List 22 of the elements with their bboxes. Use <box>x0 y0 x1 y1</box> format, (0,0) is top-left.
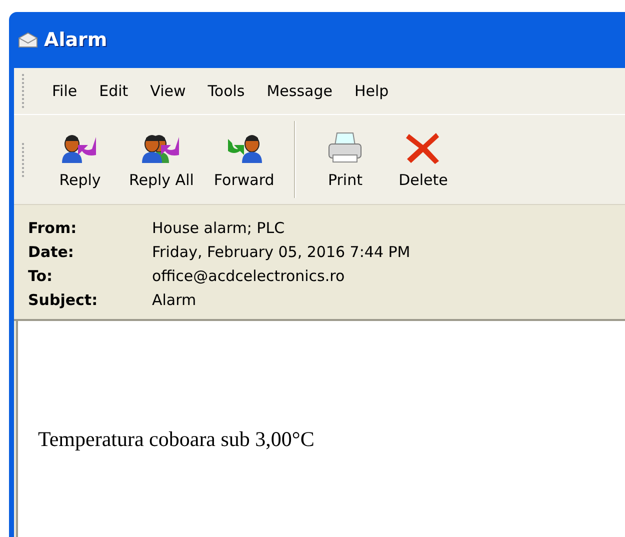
message-text: Temperatura coboara sub 3,00°C <box>38 427 316 452</box>
header-label: To: <box>28 267 54 285</box>
header-value: House alarm; PLC <box>152 219 286 237</box>
header-value: Friday, February 05, 2016 7:44 PM <box>152 243 412 261</box>
window-title: Alarm <box>44 29 108 51</box>
menu-item[interactable]: View <box>139 82 197 100</box>
header-value: office@acdcelectronics.ro <box>152 267 346 285</box>
toolbar-button[interactable]: Print <box>306 128 384 190</box>
toolbar-button[interactable]: Forward <box>204 128 284 190</box>
toolbar-button[interactable]: Reply <box>41 128 119 190</box>
header-label: Subject: <box>28 291 99 309</box>
envelope-icon <box>18 32 38 48</box>
toolbar-button[interactable]: Reply All <box>119 128 204 190</box>
menu-item[interactable]: Help <box>343 82 400 100</box>
menu-item[interactable]: Edit <box>88 82 140 100</box>
menu-item[interactable]: Tools <box>196 82 256 100</box>
header-value: Alarm <box>152 291 198 309</box>
menu-item[interactable]: File <box>41 82 88 100</box>
menu-item[interactable]: Message <box>256 82 344 100</box>
header-label: Date: <box>28 243 75 261</box>
header-label: From: <box>28 219 78 237</box>
toolbar-button[interactable]: Delete <box>384 128 462 190</box>
